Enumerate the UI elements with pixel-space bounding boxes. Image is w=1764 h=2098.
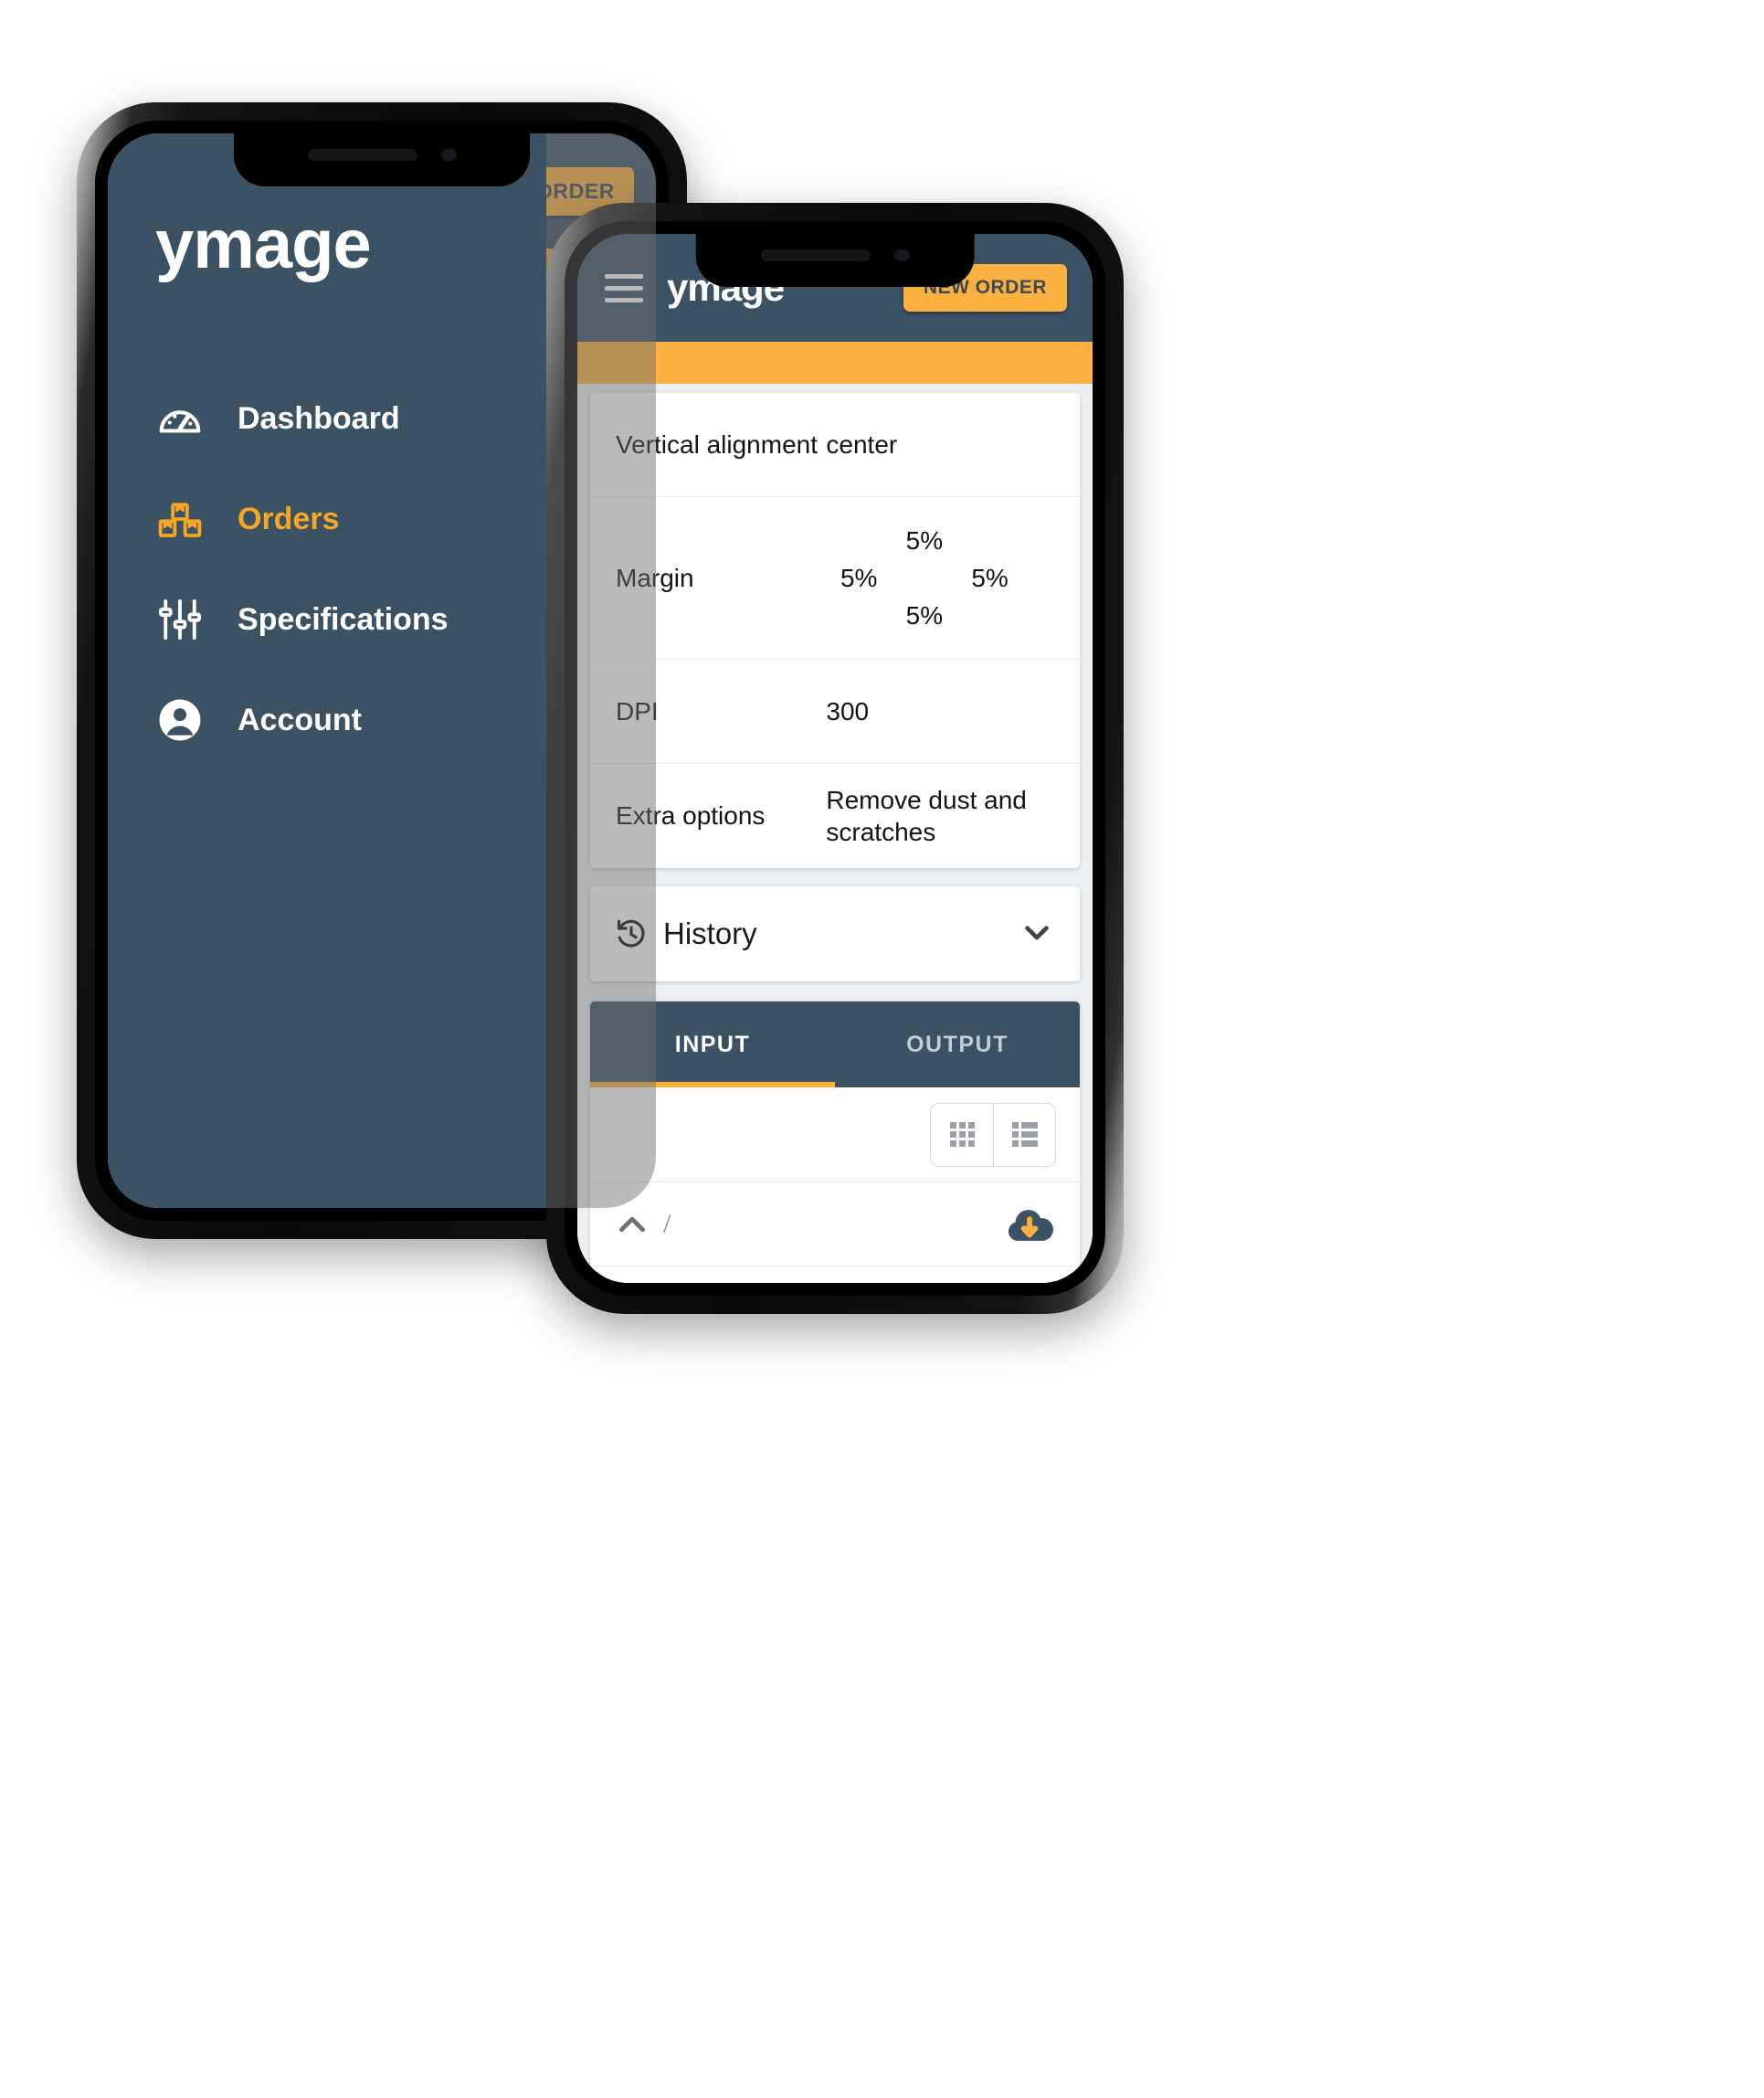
sidebar-item-dashboard[interactable]: Dashboard — [155, 368, 546, 469]
breadcrumb-path[interactable]: / — [663, 1209, 671, 1240]
user-circle-icon — [155, 695, 205, 745]
margin-top-value: 5% — [905, 526, 944, 555]
speedometer-icon — [155, 394, 205, 443]
sidebar-item-label: Orders — [238, 501, 340, 536]
spec-row-extra-options: Extra options Remove dust and scratches — [590, 764, 1080, 868]
margin-right-value: 5% — [971, 564, 1009, 592]
back-phone-screen: NEW ORDER Vertical alignment center Marg… — [108, 133, 656, 1208]
earpiece-speaker — [760, 249, 871, 261]
view-mode-toggle[interactable] — [930, 1102, 1056, 1167]
back-brand-logo: ymage — [155, 205, 546, 284]
front-camera-icon — [440, 149, 457, 161]
spec-value: 300 — [826, 697, 870, 726]
sidebar-item-orders[interactable]: Orders — [155, 469, 546, 569]
brand-wordmark: ymage — [155, 206, 372, 283]
specifications-card: Vertical alignment center Margin 5% 5% 5… — [590, 393, 1080, 868]
back-navigation-drawer: ymage Dashboard Orders Specifications Ac… — [108, 133, 546, 1208]
front-phone-notch — [695, 234, 975, 287]
back-phone-device: NEW ORDER Vertical alignment center Marg… — [77, 102, 687, 1239]
sidebar-item-label: Dashboard — [238, 400, 400, 436]
back-phone-bezel: NEW ORDER Vertical alignment center Marg… — [95, 121, 669, 1221]
margin-left-value: 5% — [840, 564, 878, 592]
spec-row-margin: Margin 5% 5% 5% 5% — [590, 497, 1080, 660]
chevron-down-icon[interactable] — [1018, 913, 1056, 956]
io-view-toolbar — [590, 1087, 1080, 1182]
back-phone-notch — [234, 133, 530, 186]
sidebar-item-label: Account — [238, 702, 362, 737]
file-breadcrumb-bar: / — [590, 1182, 1080, 1266]
cloud-download-icon[interactable] — [1003, 1198, 1056, 1251]
chevron-up-icon[interactable] — [614, 1206, 650, 1243]
input-output-card: INPUT OUTPUT / — [590, 1001, 1080, 1283]
spec-value: 5% 5% 5% 5% — [826, 524, 1054, 631]
sidebar-item-account[interactable]: Account — [155, 670, 546, 770]
thumbnail-grid — [590, 1266, 1080, 1283]
front-camera-icon — [893, 249, 910, 261]
spec-row-dpi: DPI 300 — [590, 660, 1080, 764]
spec-value: center — [826, 430, 898, 459]
sidebar-item-label: Specifications — [238, 601, 449, 637]
list-view-icon[interactable] — [993, 1103, 1055, 1166]
sidebar-item-specifications[interactable]: Specifications — [155, 569, 546, 670]
boxes-icon — [155, 494, 205, 544]
margin-cross: 5% 5% 5% 5% — [826, 524, 1022, 631]
history-label: History — [663, 917, 757, 950]
grid-view-icon[interactable] — [931, 1104, 993, 1166]
tab-output[interactable]: OUTPUT — [835, 1001, 1080, 1087]
io-tab-bar: INPUT OUTPUT — [590, 1001, 1080, 1087]
spec-row-vertical-alignment: Vertical alignment center — [590, 393, 1080, 497]
spec-value: Remove dust and scratches — [826, 786, 1027, 846]
margin-bottom-value: 5% — [905, 601, 944, 630]
sliders-icon — [155, 595, 205, 644]
earpiece-speaker — [307, 149, 417, 161]
history-accordion[interactable]: History — [590, 886, 1080, 981]
back-phone-app: NEW ORDER Vertical alignment center Marg… — [108, 133, 656, 1208]
